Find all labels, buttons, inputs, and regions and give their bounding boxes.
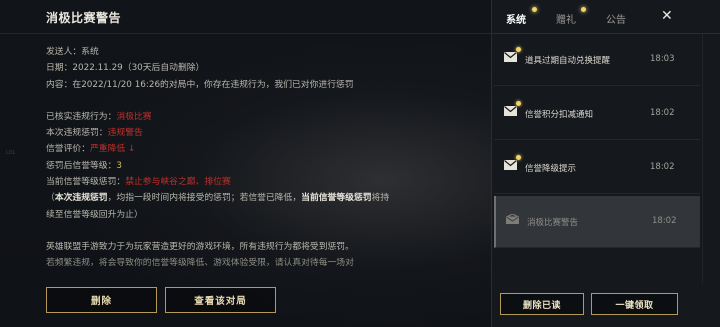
tab-system[interactable]: 系统 — [506, 11, 526, 26]
current-penalty-row: 当前信誉等级惩罚：禁止参与峡谷之巅、排位赛 — [46, 174, 391, 190]
verified-violation-value: 消极比赛 — [116, 111, 152, 122]
penalty-value: 违规警告 — [107, 128, 143, 139]
list-item-selected[interactable]: 消极比赛警告 18:02 — [494, 196, 700, 248]
unread-dot-icon — [581, 7, 586, 12]
mail-tabs: 系统 赠礼 公告 ✕ — [492, 0, 720, 34]
credit-rating-row: 信誉评价：严重降低 ↓ — [46, 141, 391, 157]
mail-icon — [504, 106, 517, 116]
unread-dot-icon — [516, 101, 521, 106]
credit-rating-value: 严重降低 ↓ — [90, 144, 136, 155]
message-header: 消极比赛警告 — [0, 0, 491, 34]
item-time: 18:02 — [650, 162, 675, 172]
level-after-value: 3 — [116, 160, 122, 171]
view-match-button[interactable]: 查看该对局 — [165, 287, 276, 313]
item-title: 信誉积分扣减通知 — [525, 110, 594, 120]
message-title: 消极比赛警告 — [46, 11, 122, 25]
level-after-label: 惩罚后信誉等级： — [46, 160, 117, 171]
sender-row: 发送人：系统 — [46, 44, 391, 60]
date-value: 2022.11.29（30天后自动删除） — [72, 63, 205, 74]
list-item[interactable]: 信誉积分扣减通知 18:02 — [494, 88, 700, 140]
penalty-row: 本次违规惩罚：违规警告 — [46, 125, 391, 141]
divider — [702, 34, 703, 284]
message-panel: 消极比赛警告 LOL 发送人：系统 日期：2022.11.29（30天后自动删除… — [0, 0, 492, 327]
tab-gift[interactable]: 赠礼 — [556, 11, 576, 26]
note-mid: ，均指一段时间内将接受的惩罚；若信誉已降低， — [107, 193, 302, 204]
credit-rating-label: 信誉评价： — [46, 144, 90, 155]
unread-dot-icon — [516, 47, 521, 52]
verified-violation-row: 已核实违规行为：消极比赛 — [46, 109, 391, 125]
penalty-note: （本次违规惩罚，均指一段时间内将接受的惩罚；若信誉已降低，当前信誉等级惩罚将持续… — [46, 190, 391, 223]
mail-open-icon — [506, 214, 519, 224]
footer-line-2: 若频繁违规，将会导致你的信誉等级降低、游戏体验受限，请认真对待每一场对 — [46, 258, 354, 269]
verified-violation-label: 已核实违规行为： — [46, 111, 117, 122]
level-after-row: 惩罚后信誉等级：3 — [46, 158, 391, 174]
mail-attachment-icon — [504, 52, 517, 62]
item-time: 18:02 — [650, 108, 675, 118]
delete-button[interactable]: 删除 — [46, 287, 157, 313]
mail-icon — [504, 160, 517, 170]
content-value: 在2022/11/20 16:26的对局中，你存在违规行为，我们已对你进行惩罚 — [72, 79, 354, 90]
item-time: 18:03 — [650, 54, 675, 64]
current-penalty-label: 当前信誉等级惩罚： — [46, 177, 126, 188]
delete-read-button[interactable]: 删除已读 — [500, 293, 584, 315]
claim-all-button[interactable]: 一键领取 — [591, 293, 678, 315]
item-title: 信誉降级提示 — [525, 164, 577, 174]
note-open: （ — [46, 193, 55, 204]
penalty-label: 本次违规惩罚： — [46, 128, 108, 139]
unread-dot-icon — [532, 7, 537, 12]
close-icon[interactable]: ✕ — [661, 8, 673, 24]
tab-notice[interactable]: 公告 — [606, 11, 626, 26]
date-row: 日期：2022.11.29（30天后自动删除） — [46, 60, 391, 76]
message-body[interactable]: 发送人：系统 日期：2022.11.29（30天后自动删除） 内容：在2022/… — [46, 44, 391, 272]
sender-label: 发送人： — [46, 47, 82, 57]
item-time: 18:02 — [652, 216, 677, 226]
list-item[interactable]: 信誉降级提示 18:02 — [494, 142, 700, 194]
note-bold-penalty: 本次违规惩罚 — [54, 193, 108, 204]
footer-line-1: 英雄联盟手游致力于为玩家营造更好的游戏环境，所有违规行为都将受到惩罚。 — [46, 241, 354, 252]
note-bold-level-penalty: 当前信誉等级惩罚 — [301, 193, 372, 204]
item-title: 道具过期自动兑换提醒 — [525, 56, 611, 66]
list-item[interactable]: 道具过期自动兑换提醒 18:03 — [494, 34, 700, 86]
content-label: 内容： — [46, 79, 73, 90]
date-label: 日期： — [46, 63, 73, 74]
item-title: 消极比赛警告 — [527, 218, 579, 228]
current-penalty-value: 禁止参与峡谷之巅、排位赛 — [125, 177, 231, 188]
mail-sidebar: 系统 赠礼 公告 ✕ 道具过期自动兑换提醒 18:03 信誉积分扣减通知 18:… — [492, 0, 720, 327]
sender-value: 系统 — [81, 47, 99, 57]
unread-dot-icon — [516, 155, 521, 160]
side-watermark: LOL — [6, 150, 16, 156]
content-row: 内容：在2022/11/20 16:26的对局中，你存在违规行为，我们已对你进行… — [46, 77, 391, 93]
